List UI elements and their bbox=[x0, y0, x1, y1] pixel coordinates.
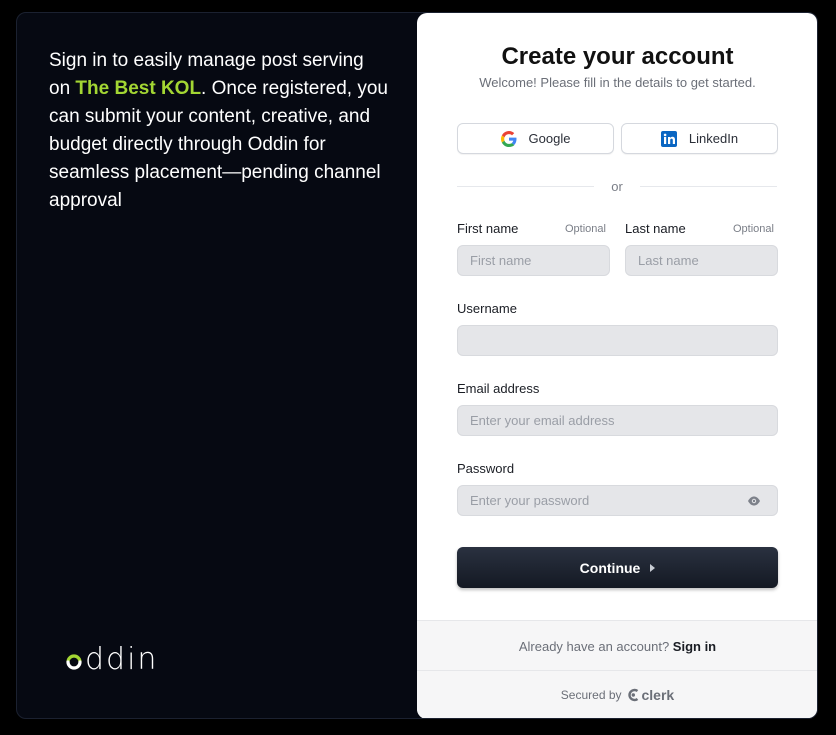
divider-or-text: or bbox=[611, 179, 623, 194]
last-name-label: Last name bbox=[625, 221, 686, 236]
continue-button-label: Continue bbox=[579, 559, 641, 576]
first-name-input[interactable]: First name bbox=[457, 245, 610, 276]
google-button-label: Google bbox=[528, 131, 571, 146]
last-name-input[interactable]: Last name bbox=[625, 245, 778, 276]
first-name-optional: Optional bbox=[565, 223, 606, 235]
show-password-eye-icon[interactable] bbox=[747, 495, 761, 507]
or-divider: or bbox=[457, 179, 777, 195]
email-input[interactable]: Enter your email address bbox=[457, 405, 778, 436]
linkedin-icon bbox=[660, 130, 677, 147]
last-name-optional: Optional bbox=[733, 223, 774, 235]
linkedin-signin-button[interactable]: LinkedIn bbox=[621, 123, 778, 154]
card-footer: Already have an account? Sign in Secured… bbox=[417, 620, 817, 718]
clerk-icon bbox=[627, 688, 638, 702]
username-label: Username bbox=[457, 301, 517, 316]
google-signin-button[interactable]: Google bbox=[457, 123, 614, 154]
oddin-logo: ddin bbox=[65, 641, 159, 677]
have-account-text: Already have an account? bbox=[518, 639, 670, 654]
password-input[interactable]: Enter your password bbox=[457, 485, 778, 516]
google-icon bbox=[500, 130, 517, 147]
sign-in-prompt: Already have an account? Sign in bbox=[417, 639, 817, 654]
clerk-logo[interactable]: clerk bbox=[627, 687, 675, 703]
signup-form: Create your account Welcome! Please fill… bbox=[417, 13, 817, 620]
username-input[interactable] bbox=[457, 325, 778, 356]
sign-in-link[interactable]: Sign in bbox=[673, 639, 716, 654]
card-title: Create your account bbox=[501, 43, 734, 70]
promo-highlight: The Best KOL bbox=[75, 78, 202, 99]
secured-by-text: Secured by bbox=[560, 688, 622, 702]
password-label: Password bbox=[457, 461, 515, 476]
email-label: Email address bbox=[457, 381, 540, 396]
footer-divider bbox=[417, 670, 817, 671]
card-subtitle: Welcome! Please fill in the details to g… bbox=[479, 75, 756, 90]
oddin-logo-text: ddin bbox=[85, 641, 159, 677]
secured-by-clerk: Secured by clerk bbox=[417, 687, 817, 703]
password-placeholder: Enter your password bbox=[470, 493, 590, 508]
continue-button[interactable]: Continue bbox=[457, 547, 778, 588]
caret-right-icon bbox=[650, 563, 656, 572]
linkedin-button-label: LinkedIn bbox=[688, 131, 739, 146]
page-frame: Sign in to easily manage post serving on… bbox=[16, 12, 818, 719]
signup-card: Create your account Welcome! Please fill… bbox=[417, 13, 817, 718]
oddin-logo-mark-icon bbox=[66, 654, 82, 670]
first-name-label: First name bbox=[457, 221, 519, 236]
promo-text: Sign in to easily manage post serving on… bbox=[49, 47, 389, 215]
clerk-label: clerk bbox=[641, 687, 675, 703]
